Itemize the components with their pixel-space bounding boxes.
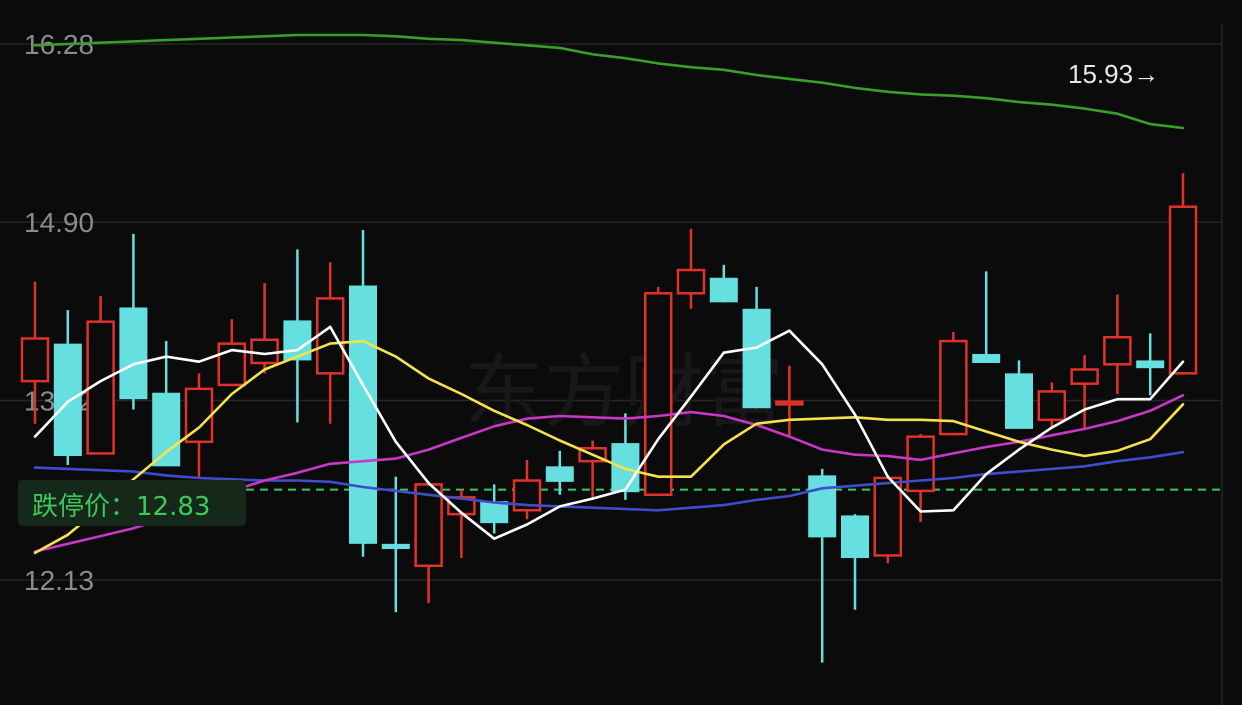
candle-body [381,543,410,550]
candle-body [1136,360,1165,369]
candle-34 [1136,333,1165,396]
candle-body [119,307,148,400]
candle-21 [709,264,738,303]
candle-body [53,343,82,457]
watermark: 东方财富 [464,346,784,439]
candle-14 [480,484,509,534]
candle-33 [1103,294,1132,395]
candle-body [972,353,1001,364]
candle-body [1168,205,1198,375]
candle-body [349,285,377,544]
candle-body [709,277,738,303]
y-tick-label-3: 12.13 [24,565,94,596]
limit-down-label: 跌停价：12.83 [32,492,211,522]
last-price-label: 15.93→ [1068,59,1160,89]
candle-body [775,400,804,406]
candle-body [643,292,673,497]
candle-25 [841,514,869,610]
candle-32 [1070,355,1099,431]
candle-10 [349,229,377,557]
candle-11 [381,476,410,613]
candle-body [1005,373,1033,429]
candle-3 [119,233,148,410]
candle-body [545,466,574,482]
line-ma_long [33,33,1185,130]
candle-body [250,338,279,365]
candle-27 [906,434,935,522]
candle-body [1037,390,1067,422]
candle-body [152,392,181,467]
candlestick-chart[interactable]: 东方财富 16.2814.9013.5212.13 [0,0,1242,705]
candle-1 [53,310,82,466]
candle-2 [86,295,115,455]
candle-16 [545,450,574,495]
candle-29 [972,271,1001,364]
candle-15 [512,459,542,520]
candle-26 [873,475,903,564]
candle-body [283,320,312,361]
moving-average-lines [33,33,1185,555]
candle-body [742,308,771,409]
candle-7 [250,282,279,374]
candle-12 [414,481,443,604]
candle-body [906,435,935,493]
candle-30 [1005,360,1033,429]
candle-body [676,268,706,295]
candle-body [841,515,869,559]
candle-8 [283,249,312,423]
candle-5 [184,373,214,478]
candle-19 [643,286,673,497]
candle-body [315,297,345,375]
candle-20 [676,228,706,309]
candle-body [873,476,903,557]
candle-body [808,475,837,538]
candle-body [20,337,50,383]
candle-24 [808,468,837,663]
y-tick-label-1: 14.90 [24,207,94,238]
candle-body [1103,335,1132,366]
candle-35 [1168,173,1198,375]
candle-body [1070,368,1099,385]
